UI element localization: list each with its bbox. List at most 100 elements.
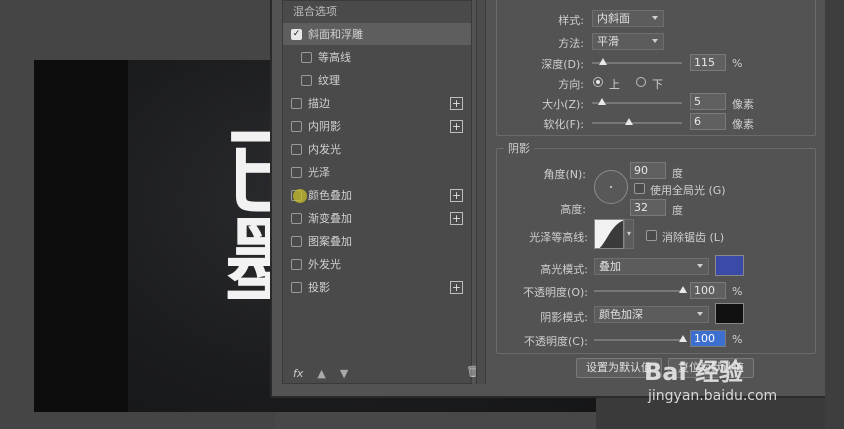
depth-input[interactable]: 115	[690, 54, 726, 71]
style-item-label: 内发光	[308, 143, 341, 156]
altitude-input[interactable]: 32	[630, 199, 666, 216]
highlight-color-swatch[interactable]	[715, 255, 744, 276]
style-item[interactable]: 外发光	[283, 253, 471, 275]
highlight-mode-select[interactable]: 叠加	[594, 258, 709, 275]
highlight-opacity-knob[interactable]	[679, 286, 687, 293]
antialias-label: 消除锯齿 (L)	[662, 231, 725, 244]
highlight-mode-label: 高光模式:	[540, 263, 588, 276]
highlight-opacity-input[interactable]: 100	[690, 282, 726, 299]
size-slider-knob[interactable]	[598, 98, 606, 105]
arrow-up-icon[interactable]: ▲	[317, 367, 325, 380]
soften-label: 软化(F):	[543, 118, 584, 131]
style-item[interactable]: 内发光	[283, 138, 471, 160]
angle-dial[interactable]	[594, 170, 628, 204]
style-item[interactable]: 等高线	[283, 46, 471, 68]
depth-slider-knob[interactable]	[599, 58, 607, 65]
style-checkbox[interactable]	[291, 166, 302, 178]
right-toolbar	[825, 0, 844, 429]
style-item[interactable]: 投影 +	[283, 276, 471, 298]
add-style-icon[interactable]: +	[450, 280, 463, 294]
watermark-logo: Bai 经验	[644, 358, 744, 386]
fx-button[interactable]: fx	[293, 367, 303, 380]
style-checkbox[interactable]	[291, 258, 302, 270]
arrow-down-icon[interactable]: ▼	[340, 367, 348, 380]
technique-label: 方法:	[558, 37, 584, 50]
style-checkbox[interactable]	[291, 143, 302, 155]
soften-input[interactable]: 6	[690, 113, 726, 130]
style-item[interactable]: 描边 +	[283, 92, 471, 114]
shadow-opacity-slider[interactable]	[594, 339, 684, 341]
global-light-label: 使用全局光 (G)	[650, 184, 726, 197]
size-input[interactable]: 5	[690, 93, 726, 110]
style-item[interactable]: 光泽	[283, 161, 471, 183]
shading-title: 阴影	[504, 140, 534, 156]
style-item[interactable]: 颜色叠加 +	[283, 184, 471, 206]
soften-unit: 像素	[732, 118, 754, 131]
shadow-opacity-knob[interactable]	[679, 335, 687, 342]
soften-slider[interactable]	[592, 122, 682, 124]
depth-unit: %	[732, 57, 743, 70]
style-checkbox[interactable]	[291, 97, 302, 109]
direction-down-radio[interactable]	[636, 77, 646, 87]
styles-list-panel: 混合选项 ✓ 斜面和浮雕 等高线 纹理 描边 + 内阴影 + 内发光 光泽 颜色叠加 + 渐变叠加 + 图案…	[282, 0, 480, 384]
altitude-unit: 度	[672, 204, 683, 217]
chevron-down-icon[interactable]: ▾	[624, 219, 634, 249]
shadow-opacity-input[interactable]: 100	[690, 330, 726, 347]
style-select[interactable]: 内斜面	[592, 10, 664, 27]
direction-down-label: 下	[652, 78, 663, 91]
bevel-emboss-settings: 样式: 内斜面 方法: 平滑 深度(D): 115 % 方向: 上 下 大小(Z…	[496, 0, 826, 384]
style-item-label: 投影	[308, 281, 330, 294]
style-item-label: 内阴影	[308, 120, 341, 133]
add-style-icon[interactable]: +	[450, 211, 463, 225]
highlight-opacity-slider[interactable]	[594, 290, 684, 292]
style-checkbox[interactable]	[291, 120, 302, 132]
technique-select[interactable]: 平滑	[592, 33, 664, 50]
style-item[interactable]: 图案叠加	[283, 230, 471, 252]
style-item-label: 图案叠加	[308, 235, 352, 248]
style-item[interactable]: 内阴影 +	[283, 115, 471, 137]
antialias-checkbox[interactable]	[646, 230, 657, 241]
style-item-label: 描边	[308, 97, 330, 110]
style-label: 样式:	[558, 14, 584, 27]
size-unit: 像素	[732, 98, 754, 111]
angle-label: 角度(N):	[543, 168, 586, 181]
style-checkbox[interactable]	[301, 74, 312, 86]
direction-up-label: 上	[609, 78, 620, 91]
style-item[interactable]: 纹理	[283, 69, 471, 91]
canvas-dark-strip	[34, 60, 128, 412]
size-label: 大小(Z):	[542, 98, 584, 111]
style-item-label: 颜色叠加	[308, 189, 352, 202]
style-checkbox[interactable]	[291, 212, 302, 224]
panel-separator	[476, 0, 486, 384]
style-item-label: 纹理	[318, 74, 340, 87]
styles-footer: fx ▲ ▼	[293, 367, 348, 380]
style-item[interactable]: 渐变叠加 +	[283, 207, 471, 229]
add-style-icon[interactable]: +	[450, 96, 463, 110]
style-checkbox[interactable]	[291, 281, 302, 293]
shadow-color-swatch[interactable]	[715, 303, 744, 324]
add-style-icon[interactable]: +	[450, 188, 463, 202]
direction-up-radio[interactable]	[593, 77, 603, 87]
style-item-label: 等高线	[318, 51, 351, 64]
blending-options-header[interactable]: 混合选项	[293, 3, 337, 19]
style-checkbox[interactable]	[301, 51, 312, 63]
soften-slider-knob[interactable]	[625, 118, 633, 125]
add-style-icon[interactable]: +	[450, 119, 463, 133]
depth-label: 深度(D):	[541, 58, 584, 71]
highlight-opacity-unit: %	[732, 285, 743, 298]
angle-unit: 度	[672, 167, 683, 180]
global-light-checkbox[interactable]	[634, 183, 645, 194]
highlight-opacity-label: 不透明度(O):	[523, 286, 588, 299]
style-item[interactable]: ✓ 斜面和浮雕	[283, 23, 471, 45]
style-checkbox[interactable]: ✓	[291, 28, 302, 40]
style-item-label: 光泽	[308, 166, 330, 179]
layer-style-dialog: 混合选项 ✓ 斜面和浮雕 等高线 纹理 描边 + 内阴影 + 内发光 光泽 颜色叠加 + 渐变叠加 + 图案…	[270, 0, 825, 398]
shadow-opacity-label: 不透明度(C):	[524, 335, 588, 348]
style-item-label: 外发光	[308, 258, 341, 271]
shadow-mode-select[interactable]: 颜色加深	[594, 306, 709, 323]
altitude-label: 高度:	[560, 203, 586, 216]
style-checkbox[interactable]	[291, 235, 302, 247]
angle-input[interactable]: 90	[630, 162, 666, 179]
direction-label: 方向:	[558, 78, 584, 91]
gloss-contour-preview[interactable]	[594, 219, 624, 249]
